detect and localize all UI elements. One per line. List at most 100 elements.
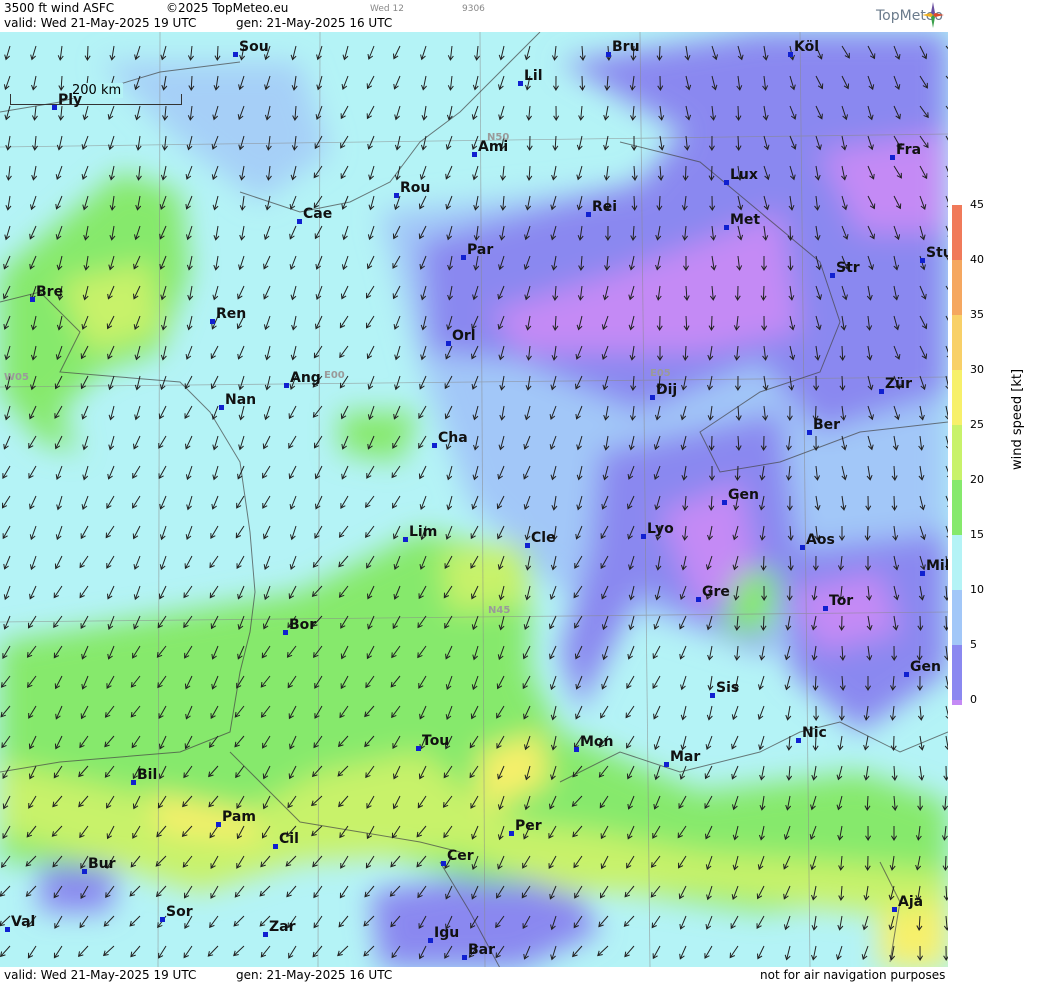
legend-tick-label: 10 [970,583,984,596]
city-marker [788,52,793,57]
city-label: Zar [263,919,296,937]
lon-label-w05: W05 [4,372,29,383]
legend-color-band [952,425,962,480]
city-marker [441,861,446,866]
city-label: Met [724,212,760,230]
city-marker [403,537,408,542]
city-label: Bur [82,856,116,874]
lat-label-n45: N45 [488,605,511,616]
city-label: Dij [650,382,677,400]
city-label: Gre [696,584,730,602]
city-label: Cer [441,848,474,866]
legend-tick-label: 35 [970,308,984,321]
legend-color-band [952,700,962,705]
legend-tick-label: 0 [970,693,977,706]
city-marker [428,938,433,943]
city-marker [724,180,729,185]
legend-tick-label: 15 [970,528,984,541]
city-label: Gen [722,487,759,505]
valid-time: valid: Wed 21-May-2025 19 UTC [4,16,197,30]
city-label: Pam [216,809,256,827]
city-label: Köl [788,39,819,57]
legend-tick-label: 40 [970,253,984,266]
day-code: Wed 12 [370,4,404,14]
city-marker [830,273,835,278]
city-marker [890,155,895,160]
legend-color-band [952,315,962,370]
city-label: Sis [710,680,739,698]
city-marker [724,225,729,230]
compass-star-icon [922,2,944,28]
city-label: Lim [403,524,437,542]
city-label: Fra [890,142,921,160]
legend-color-band [952,645,962,700]
city-marker [823,606,828,611]
city-label: Tor [823,593,853,611]
city-label: Lyo [641,521,674,539]
city-label: Sor [160,904,193,922]
city-marker [160,917,165,922]
legend-tick-label: 25 [970,418,984,431]
city-label: Ang [284,370,321,388]
city-marker [807,430,812,435]
legend-tick-label: 20 [970,473,984,486]
city-label: Gen [904,659,941,677]
city-marker [509,831,514,836]
city-label: Bar [462,942,495,960]
city-label: Cae [297,206,332,224]
city-marker [297,219,302,224]
city-label: Lil [518,68,543,86]
city-marker [586,212,591,217]
city-marker [52,105,57,110]
city-marker [283,630,288,635]
city-marker [892,907,897,912]
city-marker [518,81,523,86]
city-label: Nan [219,392,256,410]
city-label: Per [509,818,542,836]
city-marker [800,545,805,550]
wind-map[interactable]: 200 km N50 N45 W05 E00 E05 Sou Bru Köl Ply L… [0,32,948,968]
city-label: Cha [432,430,468,448]
legend-tick-label: 5 [970,638,977,651]
legend-title: wind speed [kt] [1010,368,1025,470]
footer-gen-time: gen: 21-May-2025 16 UTC [236,968,393,982]
city-label: Ber [807,417,840,435]
city-label: Orl [446,328,476,346]
city-marker [394,193,399,198]
city-label: Rou [394,180,430,198]
city-marker [796,738,801,743]
city-marker [920,258,925,263]
city-marker [696,597,701,602]
legend-color-band [952,370,962,425]
city-marker [461,255,466,260]
city-marker [710,693,715,698]
city-label: Bre [30,284,63,302]
city-label: Bil [131,767,157,785]
legend-tick-label: 45 [970,198,984,211]
city-marker [263,932,268,937]
city-label: Lux [724,167,758,185]
city-marker [722,500,727,505]
city-label: Mil [920,558,948,576]
lon-label-e05: E05 [650,368,671,379]
city-marker [5,927,10,932]
city-marker [920,571,925,576]
city-marker [525,543,530,548]
legend-color-band [952,535,962,590]
city-label: Ply [52,92,82,110]
city-label: Aos [800,532,835,550]
legend-color-band [952,205,962,260]
city-label: Tou [416,733,449,751]
copyright-text: ©2025 TopMeteo.eu [166,1,289,15]
city-label: Nic [796,725,827,743]
lon-label-e00: E00 [324,370,345,381]
map-footer: valid: Wed 21-May-2025 19 UTC gen: 21-Ma… [0,967,948,983]
run-code: 9306 [462,4,485,14]
wind-speed-field [0,32,948,968]
city-label: Str [830,260,860,278]
city-label: Zür [879,376,912,394]
city-marker [650,395,655,400]
city-marker [664,762,669,767]
city-marker [879,389,884,394]
city-label: Ami [472,139,508,157]
